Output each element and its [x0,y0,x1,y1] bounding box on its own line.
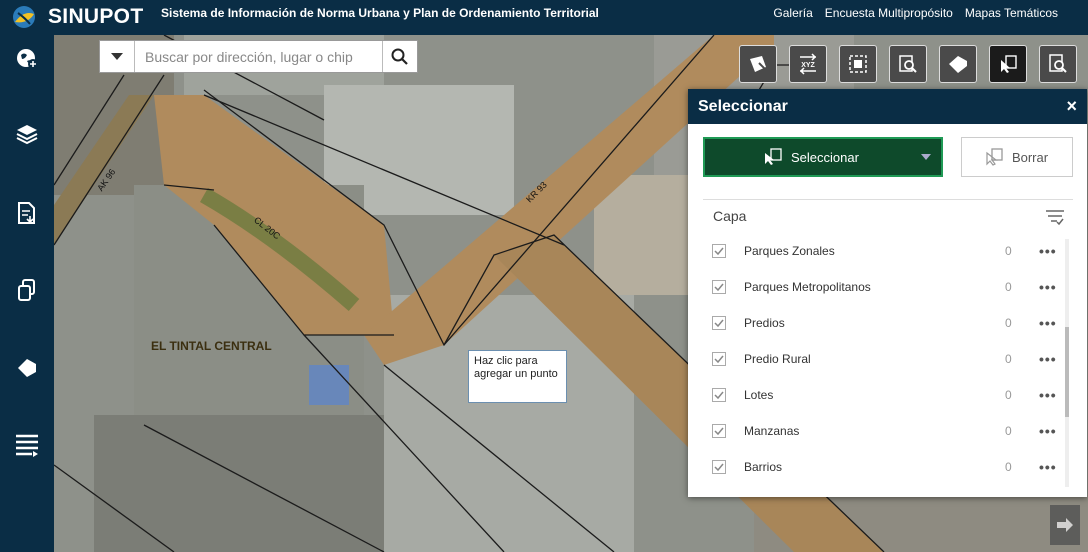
layer-name: Barrios [744,460,783,474]
xyz-coordinates-icon: XYZ [799,53,817,75]
layer-checkbox[interactable] [712,280,726,294]
layer-row: Barrios 0 ••• [703,449,1073,485]
query-icon [1049,54,1067,73]
select-polygon-tool[interactable] [739,45,777,83]
arrow-right-icon[interactable] [1050,505,1080,545]
more-options-icon[interactable]: ••• [1039,387,1057,403]
eraser-tool[interactable] [939,45,977,83]
select-cursor-tool[interactable] [989,45,1027,83]
more-options-icon[interactable]: ••• [1039,243,1057,259]
eraser-icon [949,56,967,73]
checkmark-icon [714,463,724,472]
search-icon [391,48,408,65]
layer-name: Parques Metropolitanos [744,280,871,294]
app-title: SINUPOT [48,5,144,28]
close-icon[interactable]: × [1066,96,1077,117]
select-cursor-icon [1001,55,1017,73]
layer-checkbox[interactable] [712,460,726,474]
layer-name: Manzanas [744,424,800,438]
checkmark-icon [714,391,724,400]
panel-header: Seleccionar × [688,89,1087,124]
layer-count: 0 [1005,424,1012,438]
copy-icon[interactable] [12,275,42,305]
more-options-icon[interactable]: ••• [1039,279,1057,295]
top-bar: SINUPOT Sistema de Información de Norma … [0,0,1088,35]
layer-name: Parques Zonales [744,244,835,258]
more-options-icon[interactable]: ••• [1039,459,1057,475]
layer-name: Predio Rural [744,352,811,366]
layer-name: Lotes [744,388,774,402]
layer-row: Manzanas 0 ••• [703,413,1073,449]
link-encuesta[interactable]: Encuesta Multipropósito [825,6,953,20]
layer-scrollbar-thumb[interactable] [1065,327,1069,417]
search-input[interactable] [135,41,382,72]
checkmark-icon [714,355,724,364]
globe-add-icon[interactable] [12,44,42,74]
select-polygon-icon [750,56,767,72]
search-source-dropdown[interactable] [100,41,135,72]
select-panel: Seleccionar × Seleccionar Borrar Capa Pa… [688,89,1087,497]
chevron-down-icon [111,52,123,60]
layers-icon[interactable] [12,119,42,149]
xyz-text: XYZ [801,62,815,69]
layer-checkbox[interactable] [712,424,726,438]
select-cursor-icon [765,148,782,165]
place-label: EL TINTAL CENTRAL [151,339,272,353]
layer-count: 0 [1005,244,1012,258]
chevron-down-icon[interactable] [921,154,931,160]
extent-tool[interactable] [839,45,877,83]
top-links: Galería Encuesta Multipropósito Mapas Te… [773,6,1058,20]
divider [703,199,1073,200]
filter-icon[interactable] [1045,208,1065,231]
clear-button[interactable]: Borrar [961,137,1073,177]
checkmark-icon [714,319,724,328]
layer-checkbox[interactable] [712,352,726,366]
layer-row: Lotes 0 ••• [703,377,1073,413]
clear-selection-icon [986,148,1003,166]
panel-title: Seleccionar [698,97,788,115]
map-tooltip: Haz clic para agregar un punto [468,350,567,403]
document-download-icon[interactable] [12,198,42,228]
layer-row: Parques Metropolitanos 0 ••• [703,269,1073,305]
layer-count: 0 [1005,388,1012,402]
tag-icon[interactable] [12,353,42,383]
checkmark-icon [714,283,724,292]
search-box [99,40,418,73]
more-options-icon[interactable]: ••• [1039,423,1057,439]
capa-label: Capa [713,208,747,224]
xyz-tool[interactable]: XYZ [789,45,827,83]
checkmark-icon [714,247,724,256]
layer-list: Parques Zonales 0 ••• Parques Metropolit… [703,233,1073,489]
sinupot-logo-icon [13,6,35,28]
select-button-label: Seleccionar [791,149,859,165]
map-search-tool[interactable] [889,45,927,83]
layer-row: Parques Zonales 0 ••• [703,233,1073,269]
layer-name: Predios [744,316,785,330]
layer-checkbox[interactable] [712,244,726,258]
link-galeria[interactable]: Galería [773,6,812,20]
layer-row: Predio Rural 0 ••• [703,341,1073,377]
search-button[interactable] [382,41,417,72]
link-mapas-tematicos[interactable]: Mapas Temáticos [965,6,1058,20]
extent-icon [849,55,867,73]
clear-button-label: Borrar [1011,149,1049,165]
more-options-icon[interactable]: ••• [1039,351,1057,367]
checkmark-icon [714,427,724,436]
layer-count: 0 [1005,316,1012,330]
layer-checkbox[interactable] [712,388,726,402]
left-sidebar [0,35,54,552]
layer-count: 0 [1005,280,1012,294]
layer-count: 0 [1005,352,1012,366]
query-tool[interactable] [1039,45,1077,83]
map-search-icon [899,55,917,73]
layer-row: Predios 0 ••• [703,305,1073,341]
list-icon[interactable] [12,430,42,460]
select-button[interactable]: Seleccionar [703,137,943,177]
layer-count: 0 [1005,460,1012,474]
more-options-icon[interactable]: ••• [1039,315,1057,331]
app-subtitle: Sistema de Información de Norma Urbana y… [161,6,599,20]
layer-checkbox[interactable] [712,316,726,330]
